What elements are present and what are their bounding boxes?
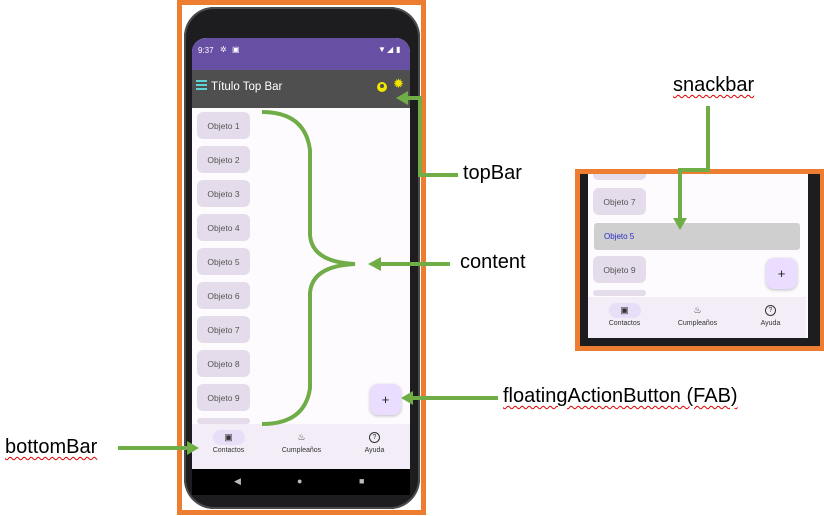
content-brace (261, 110, 356, 426)
snackbar-annotation-label: snackbar (673, 74, 755, 96)
topbar-arrow (403, 96, 458, 177)
topbar-annotation-label: topBar (463, 162, 522, 184)
bottombar-annotation-label: bottomBar (5, 436, 98, 458)
snackbar-arrow (678, 106, 710, 222)
fab-annotation-label: floatingActionButton (FAB) (503, 385, 738, 407)
content-annotation-label: content (460, 251, 526, 273)
